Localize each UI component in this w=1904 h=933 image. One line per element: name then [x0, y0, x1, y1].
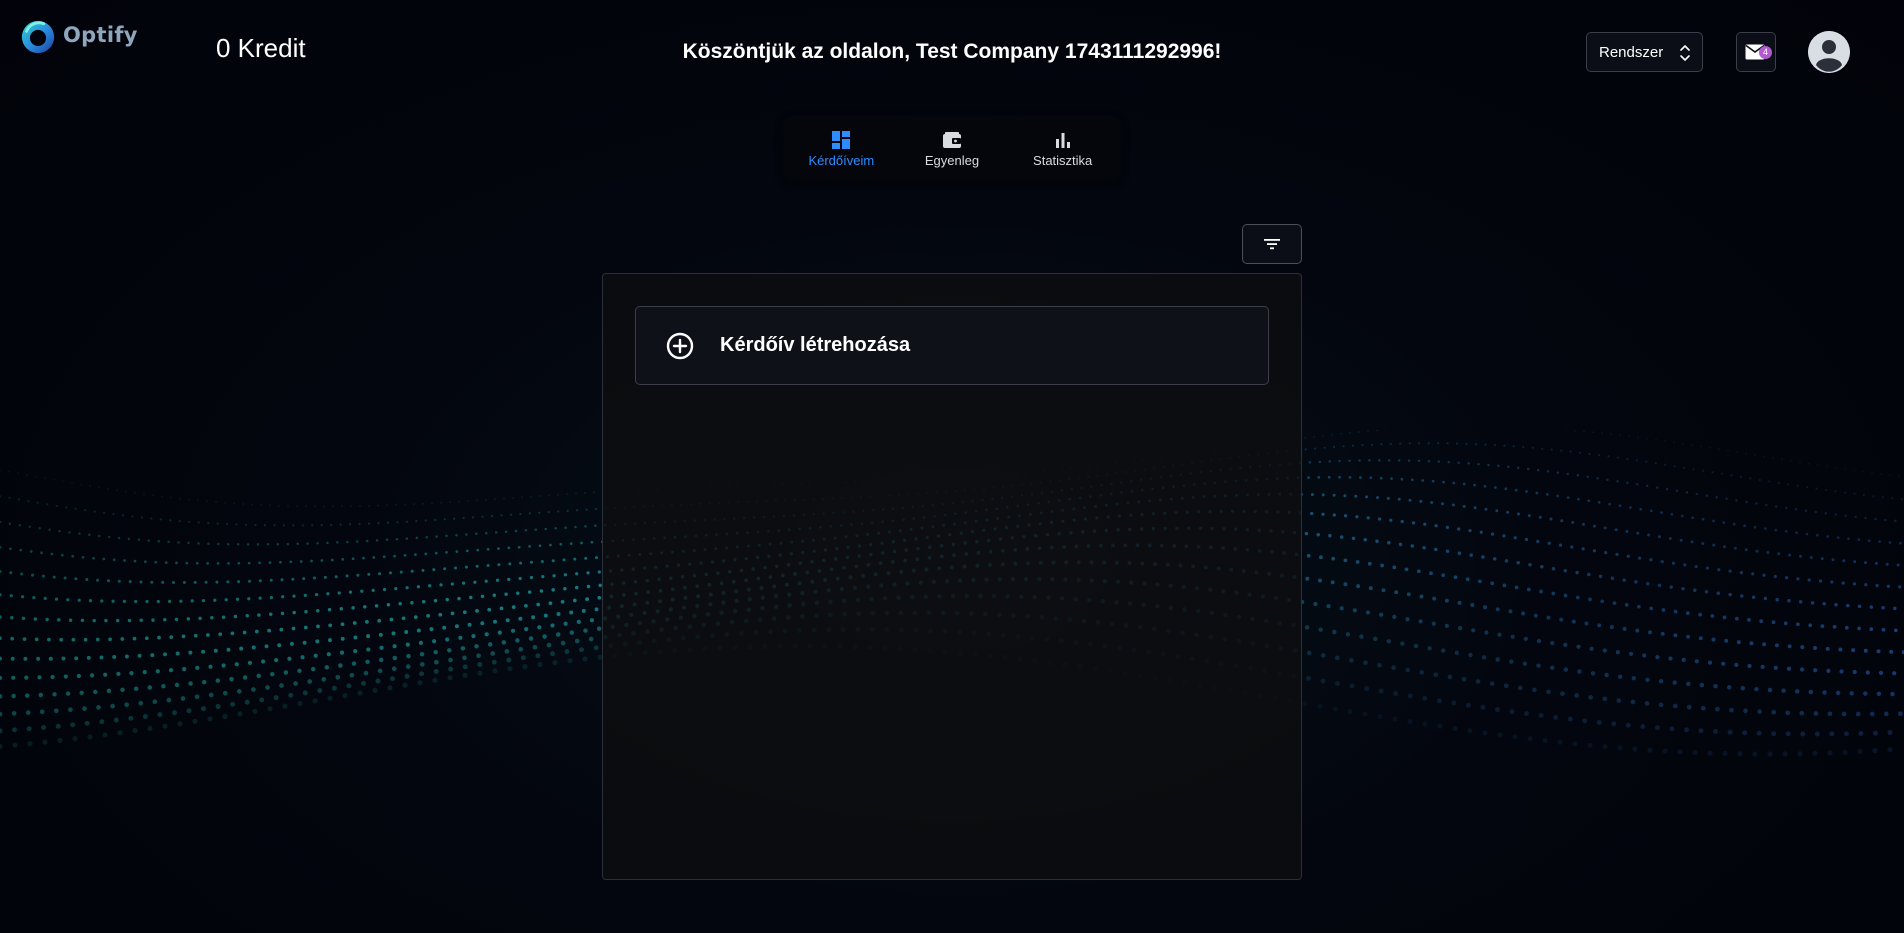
- tab-kerdoiveim[interactable]: Kérdőíveim: [786, 119, 897, 179]
- create-survey-label: Kérdőív létrehozása: [720, 334, 911, 356]
- mail-button[interactable]: 4: [1736, 32, 1776, 72]
- theme-select-value: Rendszer: [1599, 43, 1664, 61]
- wallet-icon: [943, 132, 961, 148]
- tab-egyenleg[interactable]: Egyenleg: [897, 119, 1008, 179]
- mail-count-badge: 4: [1759, 46, 1772, 59]
- survey-list-panel: Kérdőív létrehozása: [602, 273, 1302, 880]
- tab-label: Statisztika: [1033, 153, 1093, 168]
- tab-statisztika[interactable]: Statisztika: [1007, 119, 1118, 179]
- tab-label: Kérdőíveim: [808, 153, 875, 168]
- filter-icon: [1264, 239, 1280, 250]
- theme-select[interactable]: Rendszer: [1586, 32, 1703, 72]
- create-survey-button[interactable]: Kérdőív létrehozása: [635, 306, 1269, 385]
- dashboard-icon: [832, 131, 851, 149]
- avatar[interactable]: [1808, 31, 1850, 73]
- main-tabs: Kérdőíveim Egyenleg Statisztika: [786, 119, 1118, 179]
- chevron-up-down-icon: [1680, 45, 1690, 61]
- filter-button[interactable]: [1242, 224, 1302, 264]
- bar-chart-icon: [1055, 133, 1070, 148]
- page: Optify 0 Kredit Köszöntjük az oldalon, T…: [0, 0, 1904, 933]
- user-icon: [1808, 31, 1850, 73]
- tab-label: Egyenleg: [924, 153, 980, 168]
- plus-circle-icon: [666, 332, 694, 359]
